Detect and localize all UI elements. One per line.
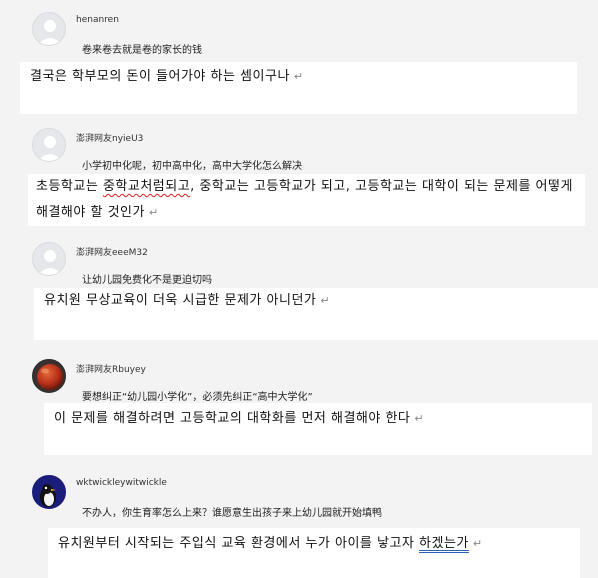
default-avatar-icon[interactable] xyxy=(32,242,66,276)
spellcheck-underlined-text: 중학교처럼되고 xyxy=(102,179,191,194)
comment-username[interactable]: 澎湃网友eeeM32 xyxy=(76,245,148,258)
translation-box: 유치원부터 시작되는 주입식 교육 환경에서 누가 아이를 낳고자 하겠는가 ↵ xyxy=(48,528,580,578)
comment-item: 澎湃网友Rbuyey 要想纠正“幼儿园小学化”，必须先纠正“高中大学化” 이 문… xyxy=(0,342,598,460)
default-avatar-icon[interactable] xyxy=(32,128,66,162)
red-sphere-avatar-icon[interactable] xyxy=(32,359,66,393)
comment-username[interactable]: henanren xyxy=(76,15,119,25)
translation-text: 이 문제를 해결하려면 고등학교의 대학화를 먼저 해결해야 한다 xyxy=(54,411,411,426)
translation-box: 이 문제를 해결하려면 고등학교의 대학화를 먼저 해결해야 한다 ↵ xyxy=(44,403,592,455)
comment-item: 澎湃网友eeeM32 让幼儿园免费化不是更迫切吗 유치원 무상교육이 더욱 시급… xyxy=(0,232,598,342)
penguin-avatar-icon[interactable] xyxy=(32,475,66,509)
comment-item: 澎湃网友nyieU3 小学初中化呢，初中高中化，高中大学化怎么解决 초등학교는 … xyxy=(0,120,598,232)
comment-text: 不办人，你生育率怎么上来？谁愿意生出孩子来上幼儿园就开始填鸭 xyxy=(82,508,382,519)
return-mark-icon: ↵ xyxy=(414,412,425,425)
comment-text: 小学初中化呢，初中高中化，高中大学化怎么解决 xyxy=(82,161,302,172)
comment-text: 卷来卷去就是卷的家长的钱 xyxy=(82,45,202,56)
translation-text-part: 초등학교는 xyxy=(36,179,103,194)
translation-box: 초등학교는 중학교처럼되고, 중학교는 고등학교가 되고, 고등학교는 대학이 … xyxy=(28,174,585,226)
comment-text: 让幼儿园免费化不是更迫切吗 xyxy=(82,275,212,286)
translation-text: 결국은 학부모의 돈이 들어가야 하는 셈이구나 xyxy=(30,69,290,84)
return-mark-icon: ↵ xyxy=(148,206,159,219)
translation-text-part: 유치원부터 시작되는 주입식 교육 환경에서 누가 아이를 낳고자 xyxy=(58,536,420,551)
return-mark-icon: ↵ xyxy=(472,537,483,550)
grammar-underlined-text: 하겠는가 xyxy=(419,536,469,551)
comment-username[interactable]: 澎湃网友Rbuyey xyxy=(76,362,146,375)
default-avatar-icon[interactable] xyxy=(32,12,66,46)
comment-item: wktwickleywitwickle 不办人，你生育率怎么上来？谁愿意生出孩子… xyxy=(0,460,598,578)
translation-box: 결국은 학부모의 돈이 들어가야 하는 셈이구나 ↵ xyxy=(20,62,577,114)
return-mark-icon: ↵ xyxy=(293,70,304,83)
translation-box: 유치원 무상교육이 더욱 시급한 문제가 아니던가 ↵ xyxy=(34,288,598,340)
return-mark-icon: ↵ xyxy=(320,294,331,307)
translation-text: 유치원 무상교육이 더욱 시급한 문제가 아니던가 xyxy=(44,293,317,308)
comment-username[interactable]: 澎湃网友nyieU3 xyxy=(76,131,143,144)
comment-text: 要想纠正“幼儿园小学化”，必须先纠正“高中大学化” xyxy=(82,392,313,403)
comment-item: henanren 卷来卷去就是卷的家长的钱 결국은 학부모의 돈이 들어가야 하… xyxy=(0,0,598,120)
comment-username[interactable]: wktwickleywitwickle xyxy=(76,478,167,488)
